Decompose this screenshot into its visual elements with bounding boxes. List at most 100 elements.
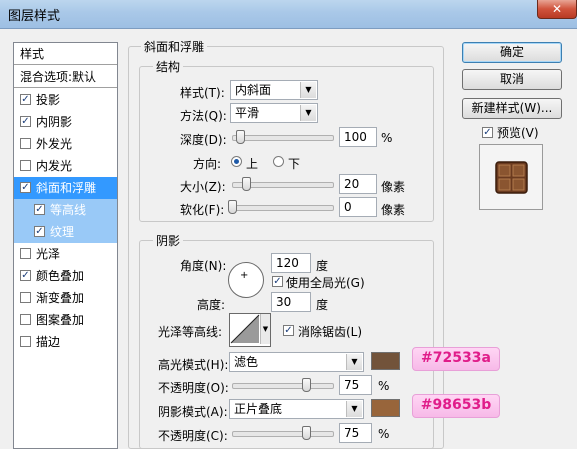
technique-select[interactable]: 平滑 ▼ <box>230 103 318 123</box>
depth-label: 深度(D): <box>180 133 227 147</box>
checkbox-icon[interactable]: ✓ <box>20 270 31 281</box>
list-item-gradient-overlay[interactable]: 渐变叠加 <box>14 287 117 309</box>
size-input[interactable]: 20 <box>339 174 377 194</box>
contour-linear-icon <box>230 314 260 344</box>
anti-alias-label[interactable]: 消除锯齿(L) <box>298 323 362 340</box>
list-item-inner-glow[interactable]: 内发光 <box>14 155 117 177</box>
style-select[interactable]: 内斜面 ▼ <box>230 80 318 100</box>
soften-slider-track[interactable] <box>232 205 334 211</box>
angle-dial[interactable]: + <box>228 262 264 298</box>
highlight-opacity-input[interactable]: 75 <box>339 375 372 395</box>
new-style-button[interactable]: 新建样式(W)... <box>462 98 562 119</box>
style-label: 样式(T): <box>180 86 225 100</box>
preview-checkbox[interactable]: ✓ <box>482 127 493 138</box>
checkbox-icon[interactable]: ✓ <box>20 182 31 193</box>
style-list-header[interactable]: 样式 <box>14 43 117 65</box>
chevron-down-icon[interactable]: ▼ <box>260 314 270 344</box>
checkbox-icon[interactable]: ✓ <box>20 116 31 127</box>
depth-unit: % <box>381 131 393 145</box>
highlight-opacity-slider-thumb[interactable] <box>302 378 311 392</box>
list-item-label: 内阴影 <box>36 115 73 129</box>
list-item-stroke[interactable]: 描边 <box>14 331 117 353</box>
list-item-label: 投影 <box>36 93 61 107</box>
altitude-label: 高度: <box>197 298 226 312</box>
list-item-label: 描边 <box>36 335 61 349</box>
chevron-down-icon[interactable]: ▼ <box>346 354 362 370</box>
chevron-down-icon[interactable]: ▼ <box>346 401 362 417</box>
checkbox-icon[interactable]: ✓ <box>34 204 45 215</box>
list-item-satin[interactable]: 光泽 <box>14 243 117 265</box>
checkbox-icon[interactable]: ✓ <box>20 94 31 105</box>
checkbox-icon[interactable] <box>20 138 31 149</box>
size-slider-thumb[interactable] <box>242 177 251 191</box>
preview-label[interactable]: 预览(V) <box>497 124 539 141</box>
direction-down-label[interactable]: 下 <box>288 155 300 172</box>
highlight-color-swatch[interactable] <box>371 352 400 370</box>
angle-label: 角度(N): <box>180 259 227 273</box>
list-item-bevel-emboss[interactable]: ✓ 斜面和浮雕 <box>14 177 117 199</box>
highlight-opacity-label: 不透明度(O): <box>158 381 229 395</box>
blending-options-item[interactable]: 混合选项:默认 <box>14 66 117 88</box>
close-button[interactable]: ✕ <box>537 0 577 19</box>
anti-alias-checkbox[interactable]: ✓ <box>283 325 294 336</box>
technique-label: 方法(Q): <box>180 109 227 123</box>
crosshair-icon: + <box>240 270 249 281</box>
altitude-input[interactable]: 30 <box>271 292 311 312</box>
global-light-label[interactable]: 使用全局光(G) <box>286 274 365 291</box>
angle-input[interactable]: 120 <box>271 253 311 273</box>
checkbox-icon[interactable] <box>20 160 31 171</box>
list-item-color-overlay[interactable]: ✓ 颜色叠加 <box>14 265 117 287</box>
list-item-label: 光泽 <box>36 247 61 261</box>
depth-input[interactable]: 100 <box>339 127 377 147</box>
soften-slider-thumb[interactable] <box>228 200 237 214</box>
direction-down-radio[interactable] <box>273 156 284 167</box>
highlight-mode-value: 滤色 <box>234 355 259 369</box>
depth-slider-track[interactable] <box>232 135 334 141</box>
list-item-outer-glow[interactable]: 外发光 <box>14 133 117 155</box>
checkbox-icon[interactable] <box>20 248 31 259</box>
style-select-value: 内斜面 <box>235 83 272 97</box>
shadow-hex-annotation: #98653b <box>412 394 500 418</box>
chevron-down-icon[interactable]: ▼ <box>300 82 316 98</box>
global-light-checkbox[interactable]: ✓ <box>272 276 283 287</box>
depth-slider-thumb[interactable] <box>236 130 245 144</box>
cancel-button[interactable]: 取消 <box>462 69 562 90</box>
shadow-opacity-input[interactable]: 75 <box>339 423 372 443</box>
preview-thumbnail <box>479 144 543 210</box>
gloss-contour-picker[interactable]: ▼ <box>229 313 271 347</box>
highlight-opacity-slider-track[interactable] <box>232 383 334 389</box>
checkbox-icon[interactable] <box>20 314 31 325</box>
soften-unit: 像素 <box>381 203 406 217</box>
checkbox-icon[interactable] <box>20 292 31 303</box>
soften-input[interactable]: 0 <box>339 197 377 217</box>
altitude-unit: 度 <box>316 298 329 312</box>
list-item-drop-shadow[interactable]: ✓ 投影 <box>14 89 117 111</box>
window-title: 图层样式 <box>8 9 61 24</box>
list-item-label: 斜面和浮雕 <box>36 181 97 195</box>
checkbox-icon[interactable]: ✓ <box>34 226 45 237</box>
soften-label: 软化(F): <box>180 203 225 217</box>
highlight-mode-select[interactable]: 滤色 ▼ <box>229 352 364 372</box>
list-item-texture[interactable]: ✓ 纹理 <box>14 221 117 243</box>
list-item-label: 图案叠加 <box>36 313 85 327</box>
list-item-contour[interactable]: ✓ 等高线 <box>14 199 117 221</box>
list-item-inner-shadow[interactable]: ✓ 内阴影 <box>14 111 117 133</box>
shadow-mode-select[interactable]: 正片叠底 ▼ <box>229 399 364 419</box>
direction-up-radio[interactable] <box>231 156 242 167</box>
shadow-opacity-slider-track[interactable] <box>232 431 334 437</box>
shading-title: 阴影 <box>153 232 184 249</box>
list-item-label: 颜色叠加 <box>36 269 85 283</box>
list-item-label: 内发光 <box>36 159 73 173</box>
direction-up-label[interactable]: 上 <box>246 155 258 172</box>
ok-button[interactable]: 确定 <box>462 42 562 63</box>
list-item-pattern-overlay[interactable]: 图案叠加 <box>14 309 117 331</box>
shadow-color-swatch[interactable] <box>371 399 400 417</box>
highlight-hex-annotation: #72533a <box>412 347 500 371</box>
angle-unit: 度 <box>316 259 329 273</box>
list-item-label: 外发光 <box>36 137 73 151</box>
chevron-down-icon[interactable]: ▼ <box>300 105 316 121</box>
shadow-opacity-slider-thumb[interactable] <box>302 426 311 440</box>
checkbox-icon[interactable] <box>20 336 31 347</box>
list-item-label: 等高线 <box>50 203 87 217</box>
list-item-label: 纹理 <box>50 225 75 239</box>
